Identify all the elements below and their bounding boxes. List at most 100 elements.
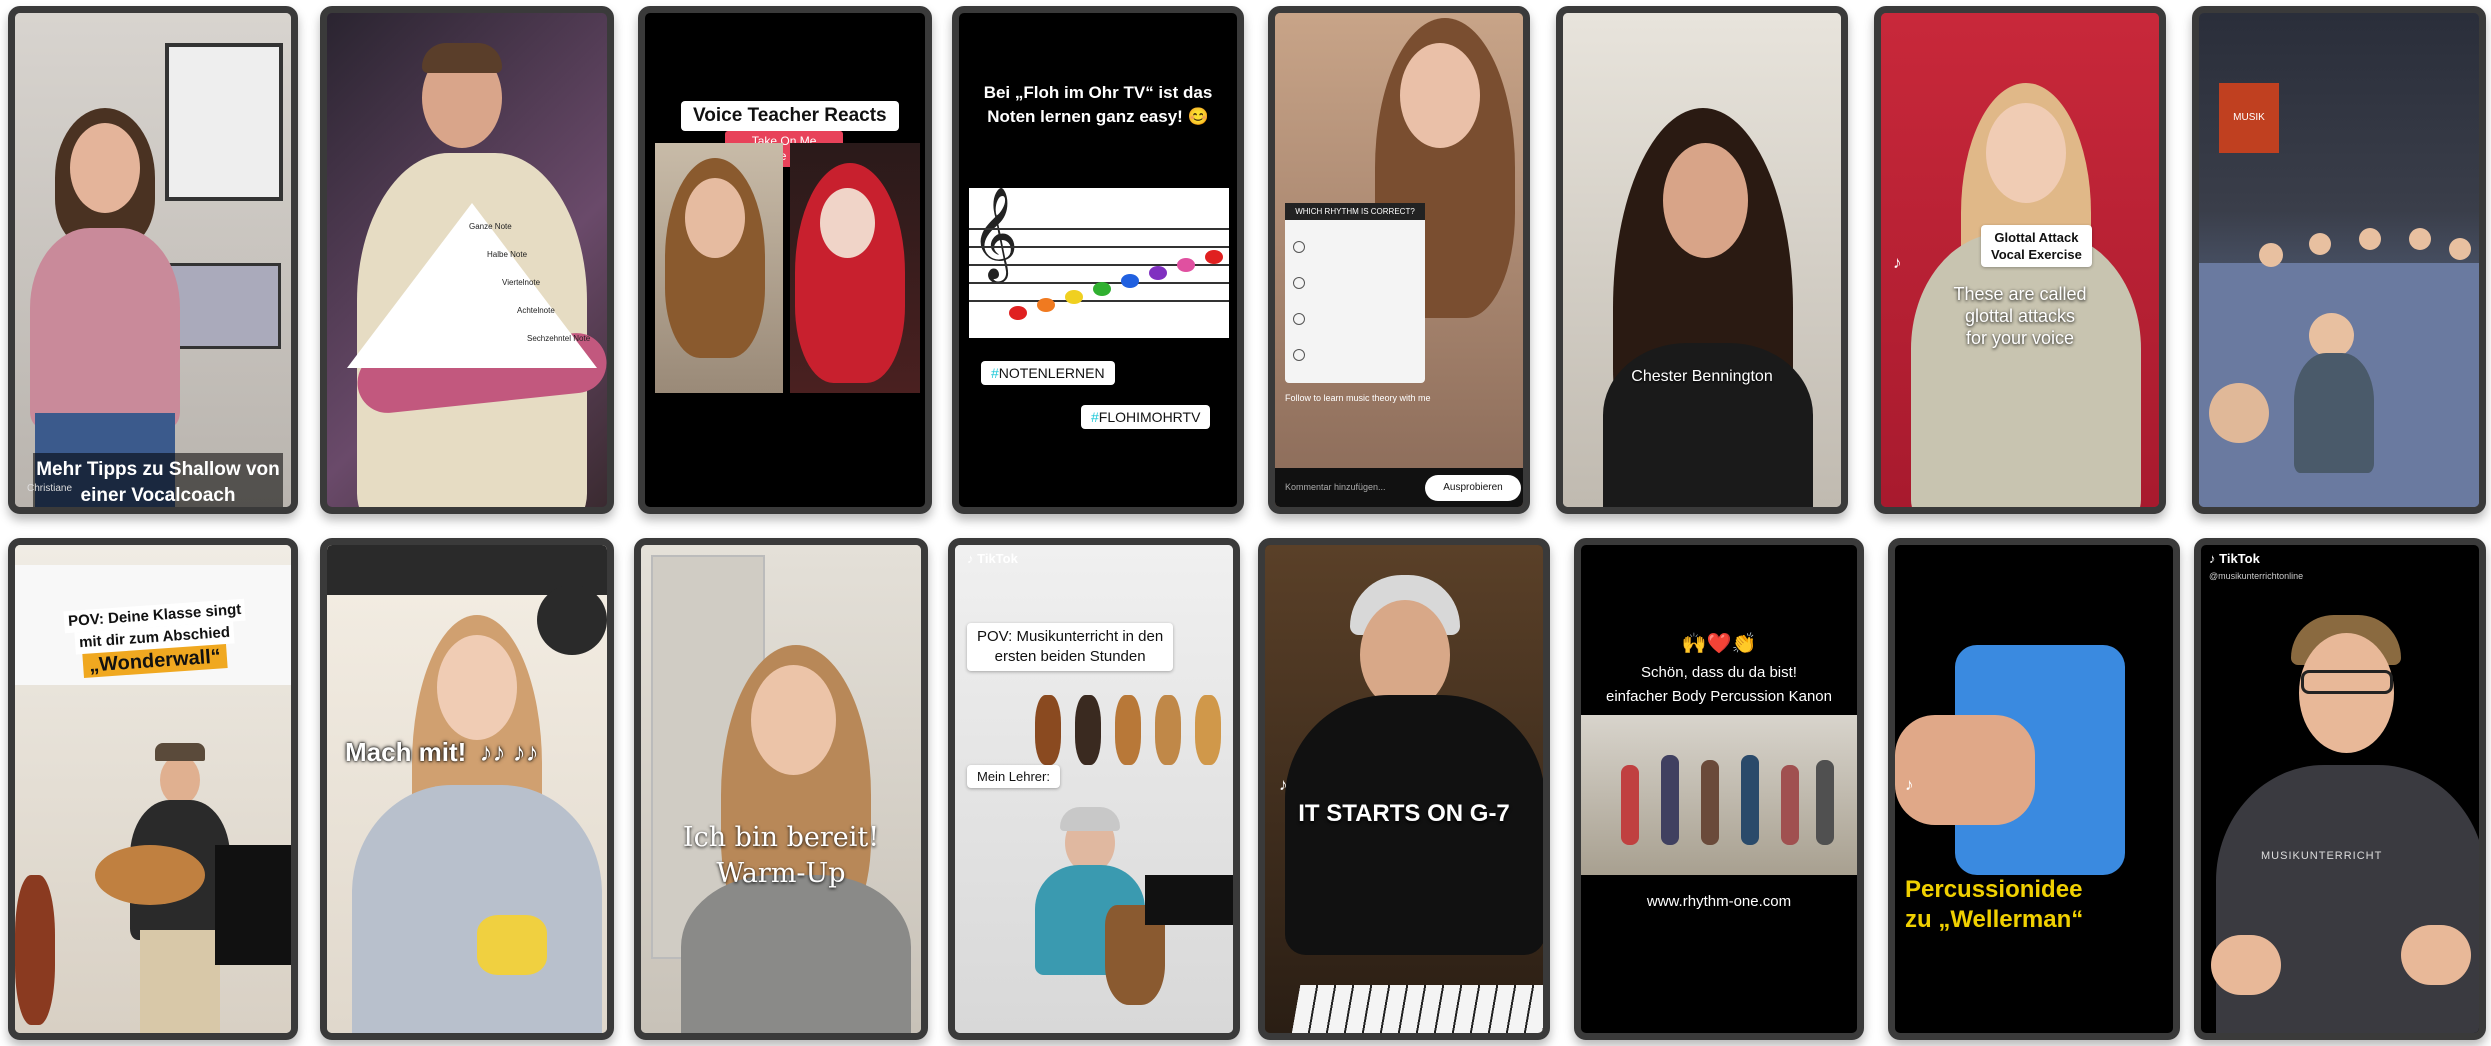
left-hand	[2211, 935, 2281, 995]
person	[1661, 755, 1679, 845]
person-face	[1663, 143, 1748, 258]
person-face	[685, 178, 745, 258]
banner: POV: Deine Klasse singt mit dir zum Absc…	[35, 598, 275, 678]
video-thumbnail-4[interactable]: Bei „Floh im Ohr TV“ ist das Noten lerne…	[952, 6, 1244, 514]
person-face	[1986, 103, 2066, 203]
video-thumbnail-10[interactable]: Mach mit! ♪♪ ♪♪	[320, 538, 614, 1040]
try-button-label: Ausprobieren	[1443, 482, 1503, 493]
video-caption: POV: Musikunterricht in den ersten beide…	[967, 623, 1174, 671]
subtitle-line-2: glottal attacks	[1964, 306, 2076, 326]
keyboard	[1145, 875, 1233, 925]
video-thumbnail-7[interactable]: Glottal Attack Vocal Exercise These are …	[1874, 6, 2166, 514]
comment-input[interactable]: Kommentar hinzufügen...	[1285, 482, 1386, 492]
hashtag-text: FLOHIMOHRTV	[1098, 409, 1201, 425]
music-notes-icon: ♪♪ ♪♪	[479, 737, 539, 767]
guitar	[1155, 695, 1181, 765]
grey-hair	[1060, 807, 1120, 831]
exercise-label: Glottal Attack Vocal Exercise	[1981, 225, 2092, 267]
video-caption: Schön, dass du da bist! einfacher Body P…	[1581, 661, 1857, 709]
hashtag-text: NOTENLERNEN	[998, 365, 1105, 381]
caption-text: Mach mit!	[345, 737, 467, 767]
video-thumbnail-9[interactable]: POV: Deine Klasse singt mit dir zum Absc…	[8, 538, 298, 1040]
video-thumbnail-2[interactable]: Ganze Note Halbe Note Viertelnote Achtel…	[320, 6, 614, 514]
glasses	[2301, 670, 2393, 694]
person-body	[352, 785, 602, 1033]
note-red	[1205, 250, 1223, 264]
video-thumbnail-8[interactable]: MUSIK	[2192, 6, 2486, 514]
quiz-card: WHICH RHYTHM IS CORRECT?	[1285, 203, 1425, 383]
person-body	[30, 228, 180, 428]
video-caption: IT STARTS ON G-7	[1298, 800, 1510, 827]
caption-line-1: POV: Musikunterricht in den	[977, 628, 1164, 645]
wall-sign: MUSIK	[2219, 83, 2279, 153]
try-button[interactable]: Ausprobieren	[1425, 475, 1521, 501]
subtitle-line-3: for your voice	[1965, 328, 2075, 348]
caption-line-1: Percussionidee	[1905, 876, 2083, 903]
guitar	[1115, 695, 1141, 765]
guitar	[1035, 695, 1061, 765]
person-body	[1911, 233, 2141, 507]
person-face	[160, 755, 200, 805]
quiz-option[interactable]	[1293, 349, 1305, 361]
quiz-option[interactable]	[1293, 313, 1305, 325]
trousers	[140, 930, 220, 1033]
child	[2309, 313, 2354, 358]
video-thumbnail-12[interactable]: ♪ TikTok POV: Musikunterricht in den ers…	[948, 538, 1240, 1040]
cello	[15, 875, 55, 1025]
tiktok-logo-icon: ♪	[1893, 253, 1902, 272]
note-orange	[1037, 298, 1055, 312]
video-thumbnail-14[interactable]: 🙌❤️👏 Schön, dass du da bist! einfacher B…	[1574, 538, 1864, 1040]
video-thumbnail-13[interactable]: ♪ IT STARTS ON G-7	[1258, 538, 1550, 1040]
hashtag-icon: #	[1091, 409, 1099, 425]
video-thumbnail-11[interactable]: Ich bin bereit! Warm-Up	[634, 538, 928, 1040]
pyramid-label-3: Viertelnote	[502, 278, 541, 287]
caption-line-2: ersten beiden Stunden	[994, 648, 1146, 665]
caption-line-1: Mehr Tipps zu Shallow von	[36, 459, 280, 480]
video-caption: Mach mit! ♪♪ ♪♪	[345, 737, 539, 768]
video-frame	[1581, 715, 1857, 875]
video-thumbnail-6[interactable]: Chester Bennington	[1556, 6, 1848, 514]
quiz-option[interactable]	[1293, 241, 1305, 253]
video-caption: Bei „Floh im Ohr TV“ ist das Noten lerne…	[959, 81, 1237, 129]
person-face	[70, 123, 140, 213]
note-pink	[1177, 258, 1195, 272]
pyramid-labels: Ganze Note Halbe Note Viertelnote Achtel…	[457, 213, 597, 353]
person-body	[681, 875, 911, 1033]
hoodie-text: MUSIKUNTERRICHT	[2261, 850, 2383, 862]
wall-circle	[537, 585, 607, 655]
video-thumbnail-1[interactable]: Mehr Tipps zu Shallow von einer Vocalcoa…	[8, 6, 298, 514]
person	[1621, 765, 1639, 845]
quiz-option[interactable]	[1293, 277, 1305, 289]
video-thumbnail-16[interactable]: ♪ TikTok @musikunterrichtonline MUSIKUNT…	[2194, 538, 2486, 1040]
piano	[215, 845, 291, 965]
sub-label: Mein Lehrer:	[967, 765, 1060, 788]
note-purple	[1149, 266, 1167, 280]
video-thumbnail-15[interactable]: ♪ Percussionidee zu „Wellerman“	[1888, 538, 2180, 1040]
emoji-row: 🙌❤️👏	[1681, 633, 1757, 655]
subtitle: These are called glottal attacks for you…	[1881, 283, 2159, 349]
staff-line	[969, 228, 1229, 230]
hat	[155, 743, 205, 761]
treble-clef: 𝄞	[971, 186, 1019, 279]
video-thumbnail-5[interactable]: WHICH RHYTHM IS CORRECT? Follow to learn…	[1268, 6, 1530, 514]
subtitle-line-1: These are called	[1953, 284, 2087, 304]
person	[1701, 760, 1719, 845]
video-caption: Chester Bennington	[1631, 368, 1773, 385]
tiktok-logo: ♪ TikTok	[967, 551, 1018, 566]
hashtag-icon: #	[991, 365, 999, 381]
video-thumbnail-3[interactable]: Voice Teacher Reacts Take On Me but up t…	[638, 6, 932, 514]
quiz-title: WHICH RHYTHM IS CORRECT?	[1285, 203, 1425, 220]
caption-line-2: Noten lernen ganz easy! 😊	[987, 107, 1209, 126]
video-title: Voice Teacher Reacts	[681, 101, 899, 131]
website-url[interactable]: www.rhythm-one.com	[1581, 893, 1857, 910]
guitar	[1075, 695, 1101, 765]
person-body	[2216, 765, 2479, 1033]
guitar-rack	[1025, 675, 1233, 775]
wall-sign-text: MUSIK	[2233, 112, 2265, 123]
person-face	[751, 665, 836, 775]
right-hand	[2401, 925, 2471, 985]
person-face	[1400, 43, 1480, 148]
video-caption: Ich bin bereit! Warm-Up	[641, 820, 921, 892]
caption-line-2: einfacher Body Percussion Kanon	[1606, 688, 1832, 705]
person-face	[820, 188, 875, 258]
